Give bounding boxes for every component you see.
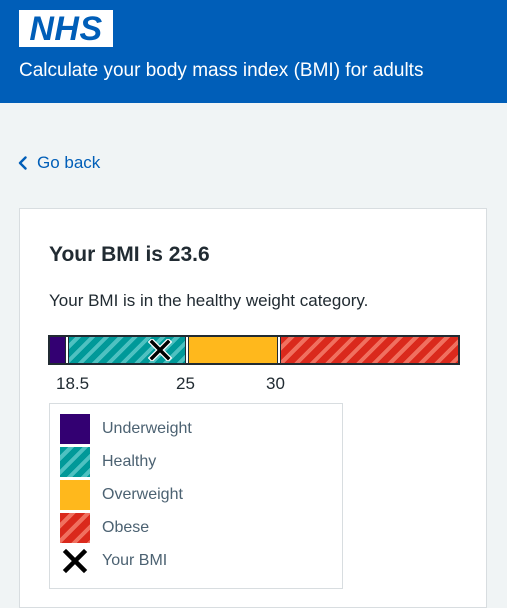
your-bmi-marker-icon (148, 339, 172, 361)
obese-swatch (60, 513, 90, 543)
service-title[interactable]: Calculate your body mass index (BMI) for… (19, 59, 423, 83)
result-description: Your BMI is in the healthy weight catego… (49, 291, 369, 310)
logo-text: NHS (29, 9, 103, 48)
threshold-divider (65, 337, 69, 363)
cross-marker-icon (62, 548, 88, 574)
tick-label: 25 (176, 374, 195, 393)
healthy-swatch (60, 447, 90, 477)
legend-item-underweight: Underweight (60, 414, 192, 444)
threshold-divider (277, 337, 281, 363)
chevron-left-icon (18, 156, 27, 170)
nhs-logo[interactable]: NHS (19, 10, 113, 47)
legend-label: Overweight (102, 486, 183, 503)
legend-label: Your BMI (102, 552, 168, 569)
tick-label: 18.5 (56, 374, 90, 393)
result-heading: Your BMI is 23.6 (49, 243, 210, 266)
tick-label: 30 (266, 374, 285, 393)
bmi-scale-bar (48, 335, 460, 365)
site-header: NHS Calculate your body mass index (BMI)… (0, 0, 507, 103)
back-link[interactable]: Go back (18, 153, 100, 173)
legend-label: Obese (102, 519, 150, 536)
underweight-swatch (60, 414, 90, 444)
legend-item-healthy: Healthy (60, 447, 156, 477)
legend-label: Underweight (102, 420, 192, 437)
bmi-legend: Underweight Healthy Overweight Obese You… (49, 403, 343, 589)
back-link-label: Go back (37, 153, 101, 172)
overweight-swatch (60, 480, 90, 510)
obese-segment (279, 337, 458, 363)
legend-item-obese: Obese (60, 513, 149, 543)
overweight-segment (187, 337, 279, 363)
legend-item-overweight: Overweight (60, 480, 183, 510)
legend-item-your-bmi: Your BMI (60, 546, 167, 576)
legend-label: Healthy (102, 453, 157, 470)
threshold-divider (185, 337, 189, 363)
result-card: Your BMI is 23.6 Your BMI is in the heal… (19, 208, 487, 608)
